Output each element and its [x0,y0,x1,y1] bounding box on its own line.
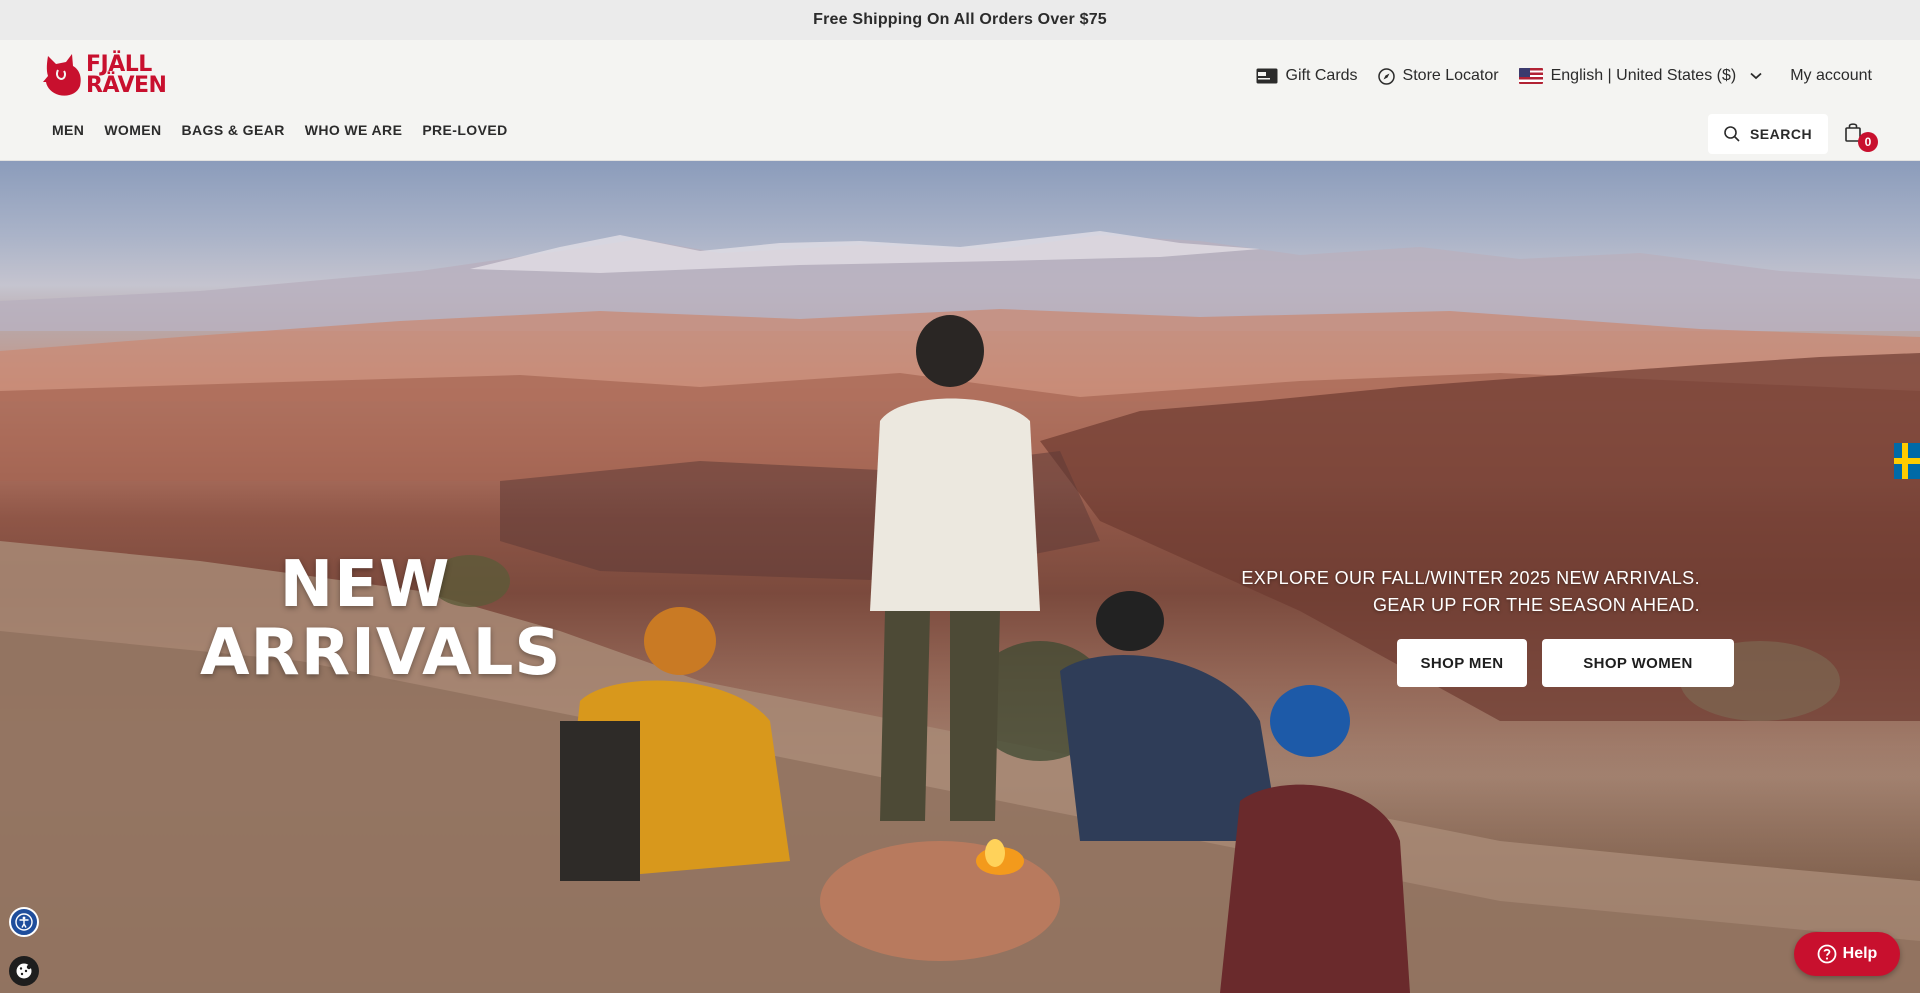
locale-label: English | United States ($) [1550,67,1737,84]
gift-cards-label: Gift Cards [1285,67,1358,84]
brand-wordmark: FJÄLL RÄVEN [86,52,167,98]
question-circle-icon [1817,944,1837,964]
cart-count-badge: 0 [1858,132,1878,152]
store-locator-link[interactable]: Store Locator [1377,67,1499,85]
hero-title-line1: NEW [279,548,451,622]
compass-icon [1377,67,1395,85]
hero-subtitle: EXPLORE OUR FALL/WINTER 2025 NEW ARRIVAL… [1180,565,1700,619]
hero-banner: NEW ARRIVALS EXPLORE OUR FALL/WINTER 202… [0,161,1920,993]
accessibility-button[interactable] [9,907,39,937]
shop-women-button[interactable]: SHOP WOMEN [1542,639,1734,687]
nav-item-pre-loved[interactable]: PRE-LOVED [422,122,507,138]
nav-item-men[interactable]: MEN [52,122,84,138]
announcement-text: Free Shipping On All Orders Over $75 [813,11,1107,28]
announcement-bar: Free Shipping On All Orders Over $75 [0,0,1920,40]
us-flag-icon [1518,68,1543,84]
my-account-link[interactable]: My account [1790,67,1872,85]
sweden-flag-icon[interactable] [1894,443,1920,479]
hero-subtitle-line2: GEAR UP FOR THE SEASON AHEAD. [1372,595,1700,615]
nav-item-women[interactable]: WOMEN [104,122,161,138]
utility-nav: Gift Cards Store Locator English | Unite… [1236,60,1872,92]
brand-logo[interactable]: FJÄLL RÄVEN [42,50,177,100]
cart-button[interactable]: 0 [1844,122,1878,152]
search-label: SEARCH [1749,126,1813,142]
help-button[interactable]: Help [1794,932,1900,976]
fox-logo-icon [43,54,81,96]
nav-item-who-we-are[interactable]: WHO WE ARE [305,122,403,138]
my-account-label: My account [1790,67,1872,84]
help-label: Help [1842,945,1878,962]
cookie-settings-button[interactable] [9,956,39,986]
search-button[interactable]: SEARCH [1708,114,1828,154]
gift-card-icon [1256,68,1278,84]
hero-subtitle-line1: EXPLORE OUR FALL/WINTER 2025 NEW ARRIVAL… [1241,568,1700,588]
gift-cards-link[interactable]: Gift Cards [1256,67,1358,85]
shop-men-button[interactable]: SHOP MEN [1397,639,1527,687]
chevron-down-icon [1750,72,1762,80]
accessibility-icon [15,913,33,931]
hero-title: NEW ARRIVALS [200,548,562,690]
site-header: FJÄLL RÄVEN Gift Cards Store Locator Eng… [0,40,1920,161]
main-nav: MEN WOMEN BAGS & GEAR WHO WE ARE PRE-LOV… [52,122,528,138]
cookie-icon [16,963,32,979]
hero-title-line2: ARRIVALS [200,616,562,690]
search-icon [1724,126,1740,142]
store-locator-label: Store Locator [1402,67,1499,84]
locale-selector[interactable]: English | United States ($) [1518,67,1763,85]
nav-item-bags-gear[interactable]: BAGS & GEAR [182,122,285,138]
